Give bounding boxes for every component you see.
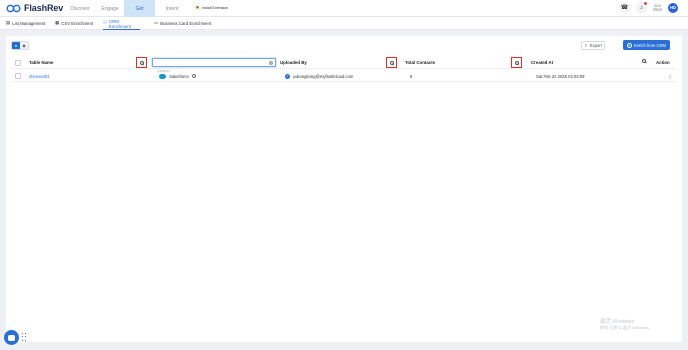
row-checkbox[interactable] <box>15 73 21 79</box>
row-total-contacts: 6 <box>410 73 413 79</box>
column-table-name[interactable]: Table Name <box>29 56 53 69</box>
column-action: Action <box>656 60 670 65</box>
nav-intent[interactable]: Intent <box>158 0 186 17</box>
plus-icon: + <box>626 42 632 48</box>
tab-crm-enrichment[interactable]: ⚇ CRM Enrichment <box>103 17 140 30</box>
list-icon: ▤ <box>6 20 11 26</box>
table-name-search-box[interactable]: × <box>152 58 276 74</box>
card-icon: ▭ <box>154 20 159 26</box>
csv-icon: ▦ <box>55 20 60 26</box>
notifications-button[interactable]: ♪ <box>635 2 647 13</box>
column-uploaded-by[interactable]: Uploaded By <box>280 56 307 69</box>
enrich-from-crm-button[interactable]: + Enrich from CRM <box>623 40 670 50</box>
chat-support-button[interactable] <box>4 330 19 345</box>
install-extension-label: Install Extension <box>202 5 229 10</box>
tab-label: CSV Enrichment <box>61 21 94 26</box>
uploaded-by-filter-button[interactable] <box>386 57 397 68</box>
brand-name: FlashRev <box>24 3 64 13</box>
view-personal-button[interactable]: ● <box>12 42 20 49</box>
clear-search-icon[interactable]: × <box>269 61 273 65</box>
watermark-line2: 转到"设置"以激活 Windows。 <box>600 325 653 330</box>
nav-engage[interactable]: Engage <box>96 0 124 17</box>
row-uploaded-by: ✓ yukongkong@myflashcloud.com <box>285 70 353 82</box>
drag-handle-icon[interactable] <box>22 333 26 342</box>
search-icon <box>514 60 519 65</box>
tab-label: CRM Enrichment <box>109 18 131 29</box>
windows-activation-watermark: 激活 Windows 转到"设置"以激活 Windows。 <box>600 319 652 331</box>
export-label: Export <box>589 43 602 48</box>
nav-get[interactable]: Get <box>124 0 155 17</box>
tab-label: Business Card Enrichment <box>160 21 212 26</box>
info-icon[interactable]: i <box>191 73 197 79</box>
table-row[interactable]: zhenxu001 Salesforce i ✓ yukongkong@myfl… <box>11 70 676 82</box>
phone-button[interactable]: ☎ <box>618 2 630 13</box>
select-all-checkbox[interactable] <box>15 60 21 66</box>
search-icon <box>642 59 646 63</box>
chat-bubble-icon <box>8 334 15 341</box>
notification-dot <box>643 2 647 5</box>
tab-label: List Management <box>12 21 46 26</box>
row-action-menu[interactable]: ⋮ <box>668 70 672 82</box>
main-panel: ● ◆ ⇪ Export + Enrich from CRM Table Nam… <box>6 36 682 342</box>
table-name-link[interactable]: zhenxu001 <box>29 74 50 79</box>
row-created-at: Sat Feb 22 2025 02:03:09 <box>536 73 585 79</box>
search-icon <box>139 60 144 65</box>
column-created-at[interactable]: Created At <box>531 56 553 69</box>
phone-icon: ☎ <box>620 5 629 11</box>
crm-icon: ⚇ <box>103 20 108 26</box>
tab-business-card-enrichment[interactable]: ▭ Business Card Enrichment <box>154 17 211 30</box>
user-avatar[interactable]: HD <box>668 2 678 13</box>
row-table-name[interactable]: zhenxu001 <box>29 70 50 82</box>
bell-icon: ♪ <box>639 4 643 11</box>
view-team-button[interactable]: ◆ <box>20 42 28 49</box>
search-icon <box>389 60 394 65</box>
row-source: Salesforce i <box>159 70 197 82</box>
column-total-contacts[interactable]: Total Contacts <box>405 56 435 69</box>
subtab-bar: ▤ List Management ▦ CSV Enrichment ⚇ CRM… <box>0 17 688 30</box>
nav-discover[interactable]: Discover <box>66 0 94 17</box>
enrich-label: Enrich from CRM <box>633 42 667 48</box>
uploaded-by-value: yukongkong@myflashcloud.com <box>293 73 354 79</box>
plan-label: FREE <box>652 7 662 12</box>
salesforce-icon <box>159 73 166 79</box>
tab-list-management[interactable]: ▤ List Management <box>6 17 45 30</box>
export-button[interactable]: ⇪ Export <box>581 41 605 50</box>
created-at-filter-button[interactable] <box>642 59 646 63</box>
chrome-icon <box>195 5 200 10</box>
table-header: Table Name Uploaded By Total Contacts Cr… <box>11 56 676 69</box>
export-icon: ⇪ <box>584 43 588 48</box>
source-label: Salesforce <box>169 73 189 79</box>
view-toggle: ● ◆ <box>11 41 29 50</box>
top-bar: FlashRev Discover Engage Get Intent Inst… <box>0 0 688 17</box>
verified-icon: ✓ <box>285 73 290 79</box>
header-actions: ☎ ♪ 0/24 FREE HD <box>618 2 678 13</box>
install-extension-link[interactable]: Install Extension <box>195 5 228 10</box>
table-name-filter-button[interactable] <box>136 57 147 68</box>
total-contacts-filter-button[interactable] <box>511 57 522 68</box>
logo-icon <box>6 4 21 12</box>
brand-logo[interactable]: FlashRev <box>6 3 63 13</box>
credits-meta[interactable]: 0/24 FREE <box>653 4 662 12</box>
tab-csv-enrichment[interactable]: ▦ CSV Enrichment <box>55 17 93 30</box>
